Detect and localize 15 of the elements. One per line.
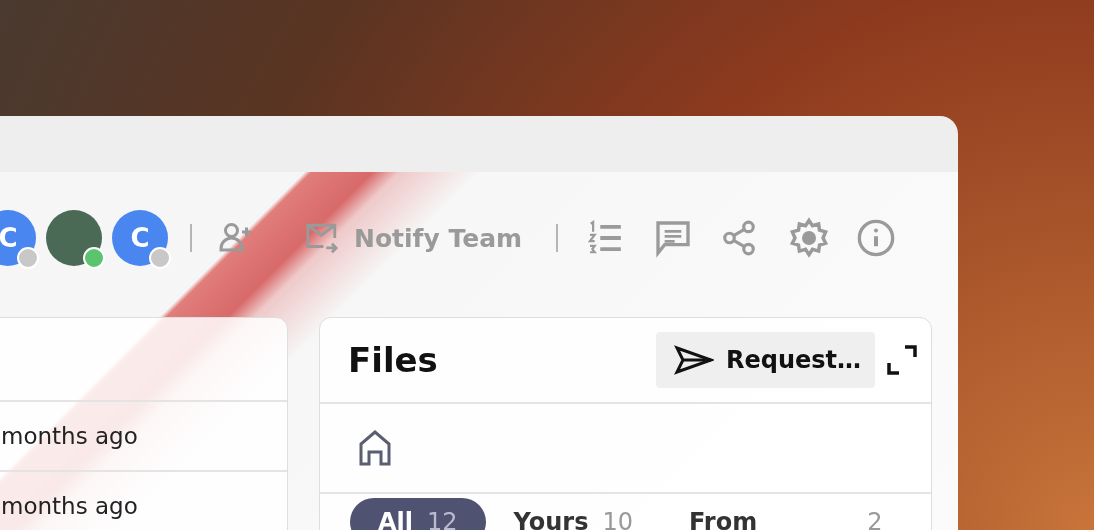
panel-title: Files <box>348 340 439 380</box>
info-icon[interactable] <box>856 218 897 258</box>
activity-time: months ago <box>1 493 138 519</box>
home-icon[interactable] <box>358 430 392 466</box>
photo-placeholder[interactable] <box>46 210 102 266</box>
send-icon <box>673 345 714 375</box>
activity-time: months ago <box>1 423 138 449</box>
filter-tab[interactable]: Yours 10 <box>485 498 661 530</box>
user-avatar[interactable]: C <box>112 210 168 266</box>
filter-tab[interactable]: From 2 <box>661 498 911 530</box>
filter-tab[interactable]: All 12 <box>350 498 486 530</box>
expand-icon[interactable] <box>887 345 917 375</box>
settings-icon[interactable] <box>788 217 831 259</box>
request-button[interactable]: Request… <box>655 332 875 388</box>
user-avatar[interactable]: C <box>0 210 36 266</box>
